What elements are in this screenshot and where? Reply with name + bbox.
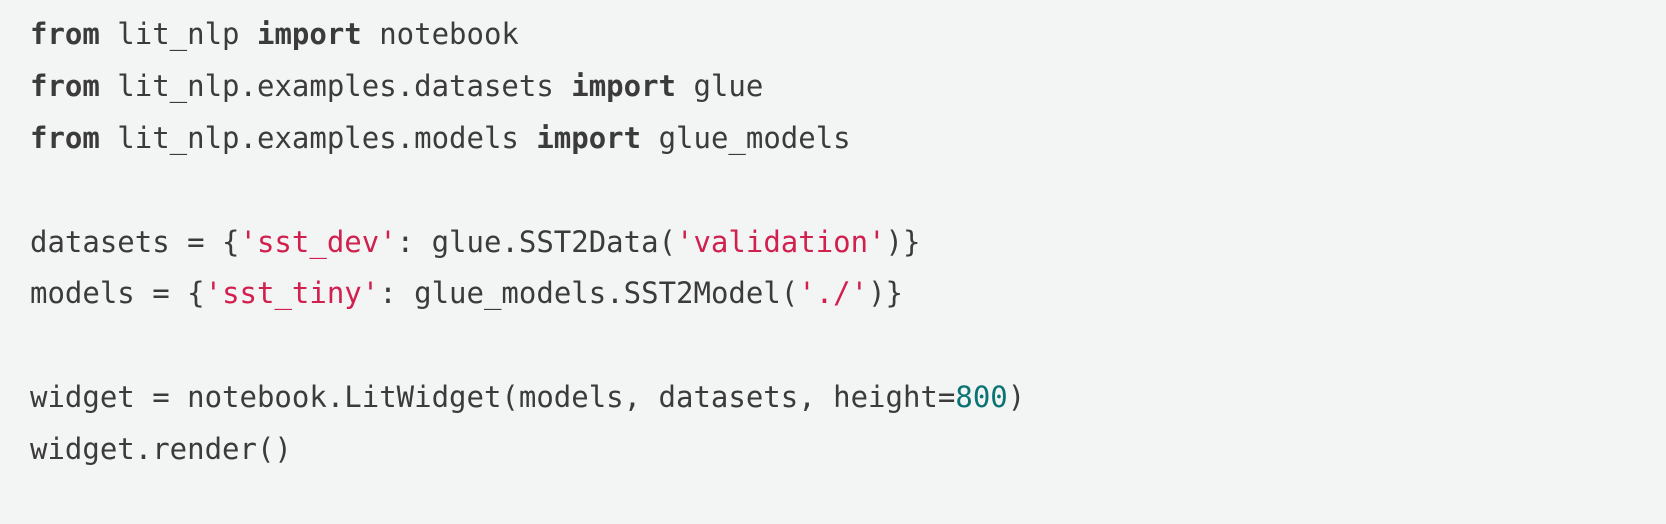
code-token-str: 'validation' — [676, 225, 886, 259]
code-content: from lit_nlp import notebook from lit_nl… — [30, 17, 1025, 466]
code-token-kw: from — [30, 69, 100, 103]
code-token-str: 'sst_tiny' — [205, 276, 380, 310]
code-token-str: './' — [798, 276, 868, 310]
code-token-kw: import — [571, 69, 676, 103]
code-token-num: 800 — [955, 380, 1007, 414]
code-token-kw: import — [257, 17, 362, 51]
code-token-kw: from — [30, 121, 100, 155]
code-token-kw: from — [30, 17, 100, 51]
code-token-kw: import — [536, 121, 641, 155]
code-token-str: 'sst_dev' — [240, 225, 397, 259]
code-block: from lit_nlp import notebook from lit_nl… — [0, 0, 1666, 487]
